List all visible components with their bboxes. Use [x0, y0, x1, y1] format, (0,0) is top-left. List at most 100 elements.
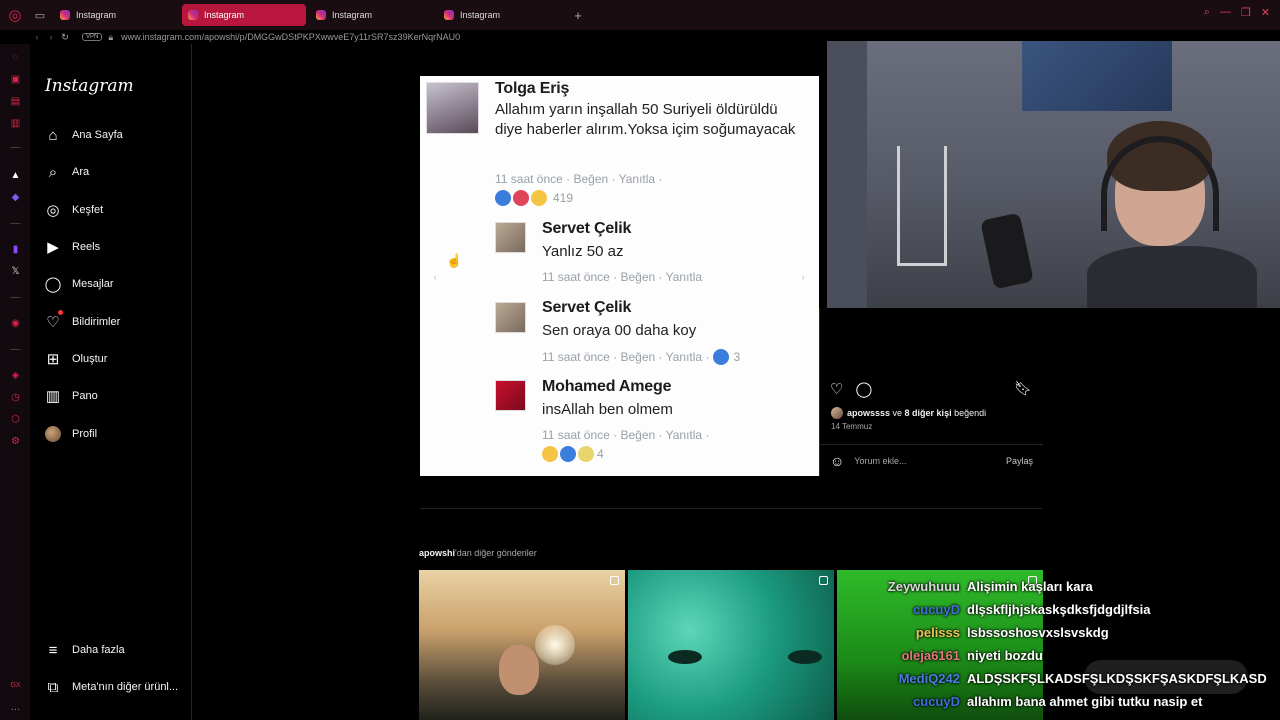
- x-icon[interactable]: 𝕏: [10, 266, 21, 277]
- nav-reels[interactable]: ▶ Reels: [44, 236, 100, 258]
- nav-meta[interactable]: ⧉ Meta'nın diğer ürünl...: [44, 676, 178, 698]
- likes-summary: apowssss ve 8 diğer kişi beğendi: [831, 407, 986, 419]
- nav-search[interactable]: ⌕ Ara: [44, 161, 89, 183]
- webcam-door: [827, 41, 867, 308]
- more-icon[interactable]: …: [10, 702, 21, 713]
- post-date[interactable]: 14 Temmuz: [831, 422, 872, 431]
- instagram-sidebar: Instagram ⌂ Ana Sayfa ⌕ Ara ◎ Keşfet ▶ R…: [30, 44, 192, 720]
- history-icon[interactable]: ◷: [10, 392, 21, 403]
- nav-explore[interactable]: ◎ Keşfet: [44, 199, 103, 221]
- webcam-overlay: [827, 41, 1280, 308]
- instagram-logo[interactable]: Instagram: [45, 76, 134, 96]
- vpn-badge[interactable]: VPN: [82, 33, 103, 41]
- search-tabs-icon[interactable]: ⌕: [1204, 6, 1210, 19]
- new-tab-button[interactable]: +: [568, 4, 588, 26]
- search-icon: ⌕: [48, 163, 58, 181]
- messenger-icon: ◯: [44, 276, 62, 293]
- instagram-favicon-icon: [316, 10, 326, 20]
- reactions-icon: [495, 190, 547, 206]
- nav-dashboard[interactable]: ▥ Pano: [44, 385, 98, 407]
- comment-bar: ☺ Yorum ekle... Paylaş: [820, 444, 1043, 476]
- nav-create[interactable]: ⊞ Oluştur: [44, 348, 108, 370]
- bookmark-icon[interactable]: 🔖︎: [1014, 380, 1032, 397]
- webcam-streamer: [1087, 116, 1257, 308]
- comment-input[interactable]: Yorum ekle...: [854, 456, 1006, 466]
- aria-icon[interactable]: ◌: [10, 52, 21, 63]
- comment-text: Sen oraya 00 daha koy: [542, 322, 697, 339]
- webcam-microphone: [980, 212, 1034, 290]
- back-icon[interactable]: ‹: [30, 32, 44, 42]
- nav-notifications[interactable]: ♡ Bildirimler: [44, 310, 120, 333]
- workspaces-icon[interactable]: ▭: [30, 0, 50, 30]
- tab-title: Instagram: [204, 10, 245, 20]
- opera-sidebar: ◌ ▣ ▤ ▥ — ▲ ◆ — ▮ 𝕏 — ◉ — ◈ ◷ ⬡ ⚙ GX …: [0, 44, 30, 720]
- lock-icon[interactable]: 🔒︎: [108, 32, 113, 43]
- nav-label: Daha fazla: [72, 644, 125, 656]
- browser-tab-active[interactable]: Instagram: [182, 4, 306, 26]
- app-icon[interactable]: ◆: [10, 192, 21, 203]
- browser-tab[interactable]: Instagram: [438, 4, 562, 26]
- nav-messages[interactable]: ◯ Mesajlar: [44, 273, 114, 295]
- webcam-shelf: [897, 146, 947, 266]
- minimize-icon[interactable]: —: [1220, 6, 1231, 19]
- more-posts-heading: apowshi'dan diğer gönderiler: [419, 548, 537, 558]
- section-divider: [420, 508, 1042, 509]
- reactions-icon: [542, 446, 594, 462]
- extensions-icon[interactable]: ⬡: [10, 414, 21, 425]
- tab-title: Instagram: [76, 10, 117, 20]
- more-posts-user[interactable]: apowshi: [419, 548, 455, 558]
- likes-suffix: beğendi: [951, 408, 987, 418]
- chat-text: ALDŞSKFŞLKADSFŞLKDŞSKFŞASKDFŞLKASD: [967, 670, 1267, 686]
- close-icon[interactable]: ✕: [1261, 6, 1270, 19]
- compass-icon: ◎: [46, 202, 60, 219]
- commenter-avatar: [495, 302, 526, 333]
- chat-message: cucuyD allahım bana ahmet gibi tutku nas…: [840, 691, 1202, 711]
- chat-user: MediQ242: [898, 670, 960, 686]
- grid-post[interactable]: [628, 570, 834, 720]
- screen: ◎ ▭ Instagram Instagram Instagram Instag…: [0, 0, 1280, 720]
- nav-home[interactable]: ⌂ Ana Sayfa: [44, 124, 122, 146]
- share-button[interactable]: Paylaş: [1006, 456, 1033, 466]
- like-icon[interactable]: ♡: [830, 380, 843, 398]
- news-icon[interactable]: ▥: [10, 118, 21, 129]
- comment-author: Servet Çelik: [542, 220, 632, 237]
- likes-others[interactable]: 8 diğer kişi: [905, 408, 952, 418]
- more-posts-suffix: 'dan diğer gönderiler: [455, 548, 537, 558]
- player-icon[interactable]: ◉: [10, 318, 21, 329]
- restore-icon[interactable]: ❐: [1241, 6, 1251, 19]
- chat-user: Zeywuhuuu: [887, 578, 960, 594]
- pinboard-icon[interactable]: ◈: [10, 370, 21, 381]
- tv-icon[interactable]: ▤: [10, 96, 21, 107]
- instagram-favicon-icon: [444, 10, 454, 20]
- opera-logo-icon[interactable]: ◎: [0, 0, 30, 30]
- browser-tab[interactable]: Instagram: [310, 4, 434, 26]
- reaction-row: 419: [495, 190, 573, 206]
- browser-tab[interactable]: Instagram: [54, 4, 178, 26]
- reload-icon[interactable]: ↻: [58, 32, 72, 43]
- comment-meta-row: 11 saat önce · Beğen · Yanıtla · 3: [542, 349, 740, 365]
- nav-more[interactable]: ≡ Daha fazla: [44, 639, 125, 661]
- grid-sun: [535, 625, 575, 665]
- prev-arrow-icon[interactable]: ‹: [428, 270, 442, 284]
- gx-icon[interactable]: GX: [10, 680, 21, 691]
- grid-post[interactable]: [419, 570, 625, 720]
- liker-username[interactable]: apowssss: [847, 408, 890, 418]
- comment-icon[interactable]: ◯: [855, 380, 872, 398]
- chat-message: MediQ242 ALDŞSKFŞLKADSFŞLKDŞSKFŞASKDFŞLK…: [840, 668, 1267, 688]
- grid-person: [499, 645, 539, 695]
- url-field[interactable]: www.instagram.com/apowshi/p/DMGGwDStPKPX…: [121, 32, 460, 42]
- nav-profile[interactable]: Profil: [44, 423, 97, 445]
- comment-meta: 11 saat önce · Beğen · Yanıtla: [542, 270, 703, 284]
- hand-cursor-icon: ☝: [446, 253, 463, 268]
- emoji-icon[interactable]: ☺: [830, 453, 844, 469]
- app-icon[interactable]: ▲: [10, 170, 21, 181]
- rail-divider: —: [10, 292, 21, 303]
- post-image[interactable]: Tolga Eriş Allahım yarın inşallah 50 Sur…: [420, 76, 819, 476]
- forward-icon[interactable]: ›: [44, 32, 58, 42]
- settings-icon[interactable]: ⚙: [10, 436, 21, 447]
- twitch-icon[interactable]: ▮: [10, 244, 21, 255]
- next-arrow-icon[interactable]: ›: [796, 270, 810, 284]
- heart-icon: ♡: [46, 314, 60, 331]
- briefcase-icon[interactable]: ▣: [10, 74, 21, 85]
- tab-title: Instagram: [460, 10, 501, 20]
